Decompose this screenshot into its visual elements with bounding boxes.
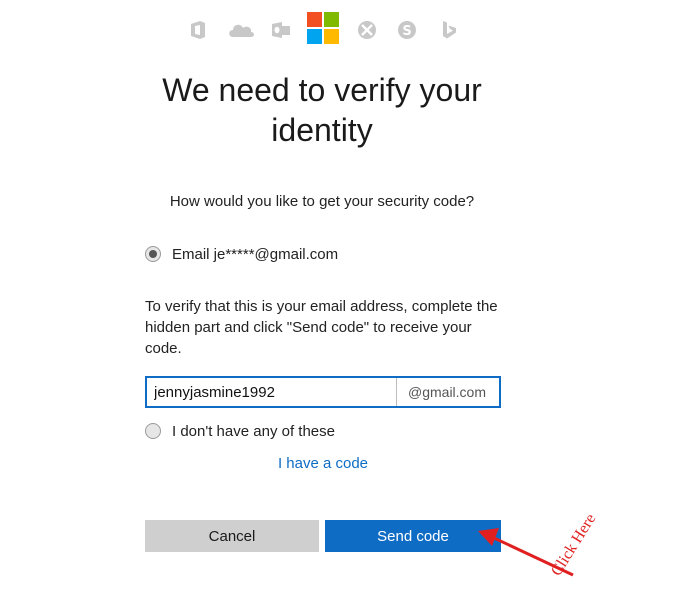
no-option-radio[interactable]	[145, 423, 161, 439]
svg-text:S: S	[402, 24, 411, 39]
page-title-line-2: identity	[271, 112, 373, 148]
outlook-icon	[272, 22, 290, 38]
email-domain-suffix: @gmail.com	[408, 384, 487, 400]
product-icon-row: S	[0, 12, 684, 48]
bing-icon	[443, 21, 456, 39]
email-option-label: Email je*****@gmail.com	[172, 245, 339, 263]
verify-description: To verify that this is your email addres…	[145, 298, 498, 357]
email-radio[interactable]	[145, 246, 161, 262]
email-input-group: @gmail.com	[145, 376, 501, 408]
email-option[interactable]: Email je*****@gmail.com	[145, 243, 338, 265]
microsoft-logo	[307, 12, 339, 44]
no-option[interactable]: I don't have any of these	[145, 420, 335, 442]
page-title: We need to verify your identity	[0, 70, 644, 150]
office-icon	[191, 21, 205, 39]
email-input[interactable]	[147, 378, 397, 406]
cancel-button[interactable]: Cancel	[145, 520, 319, 552]
page-title-line-1: We need to verify your	[162, 72, 482, 108]
no-option-label: I don't have any of these	[172, 422, 335, 440]
skype-icon: S	[398, 21, 416, 39]
xbox-icon	[358, 21, 376, 39]
onedrive-icon	[229, 24, 254, 37]
have-code-link[interactable]: I have a code	[0, 455, 646, 472]
security-code-question: How would you like to get your security …	[169, 193, 475, 210]
